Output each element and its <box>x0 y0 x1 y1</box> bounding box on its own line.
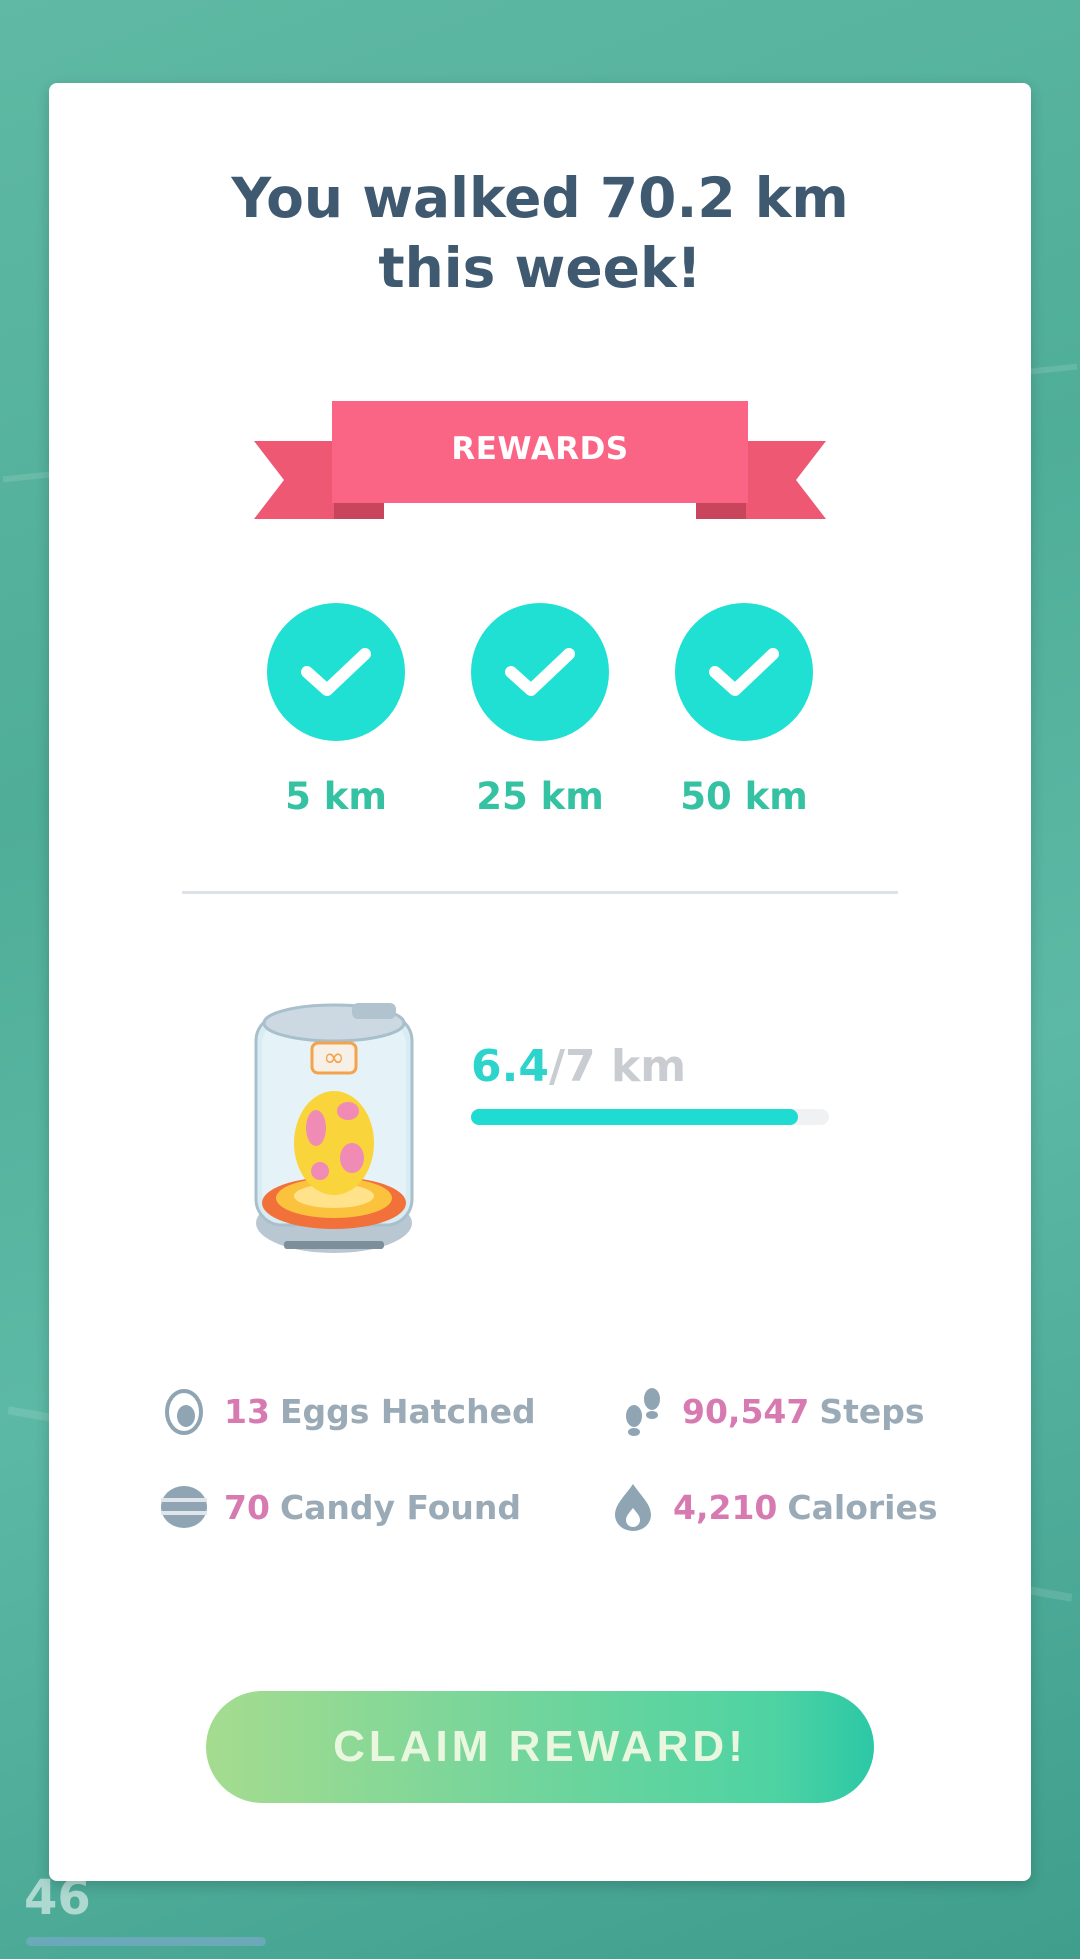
eggs-value: 13 <box>224 1391 270 1431</box>
egg-progress-text: 6.4/7 km <box>471 1041 686 1092</box>
milestone-50km: 50 km <box>644 603 844 818</box>
incubator-icon: ∞ <box>254 1003 414 1253</box>
stat-steps: 90,547 Steps <box>616 1385 925 1437</box>
check-icon <box>675 603 813 741</box>
milestone-25km: 25 km <box>440 603 640 818</box>
stat-eggs-hatched: 13 Eggs Hatched <box>158 1385 536 1437</box>
rewards-ribbon <box>254 401 826 519</box>
candy-label: Candy Found <box>279 1487 522 1527</box>
milestone-label: 50 km <box>680 775 808 818</box>
stat-calories: 4,210 Calories <box>607 1481 937 1533</box>
candy-icon <box>158 1481 210 1533</box>
weekly-summary-card: You walked 70.2 km this week! REWARDS 5 … <box>49 83 1031 1881</box>
steps-label: Steps <box>819 1391 925 1431</box>
svg-text:∞: ∞ <box>323 1043 345 1073</box>
egg-progress-total: /7 km <box>548 1041 687 1092</box>
divider <box>182 891 898 894</box>
eggs-label: Eggs Hatched <box>279 1391 536 1431</box>
screen: 46 You walked 70.2 km this week! REWARDS… <box>0 0 1080 1959</box>
candy-value: 70 <box>224 1487 270 1527</box>
egg-icon <box>158 1385 210 1437</box>
stat-candy-found: 70 Candy Found <box>158 1481 521 1533</box>
check-icon <box>267 603 405 741</box>
egg-progress-fill <box>471 1109 799 1125</box>
steps-value: 90,547 <box>682 1391 810 1431</box>
calories-label: Calories <box>787 1487 938 1527</box>
summary-title: You walked 70.2 km this week! <box>231 166 849 300</box>
calories-value: 4,210 <box>673 1487 778 1527</box>
milestone-5km: 5 km <box>236 603 436 818</box>
flame-icon <box>607 1481 659 1533</box>
milestone-label: 5 km <box>285 775 387 818</box>
rewards-label: REWARDS <box>451 431 629 467</box>
xp-bar <box>26 1937 266 1946</box>
milestone-label: 25 km <box>476 775 604 818</box>
check-icon <box>471 603 609 741</box>
claim-reward-button[interactable]: CLAIM REWARD! <box>206 1691 874 1803</box>
footprints-icon <box>616 1385 668 1437</box>
egg-progress-current: 6.4 <box>471 1041 549 1092</box>
egg-progress-bar <box>471 1109 829 1125</box>
